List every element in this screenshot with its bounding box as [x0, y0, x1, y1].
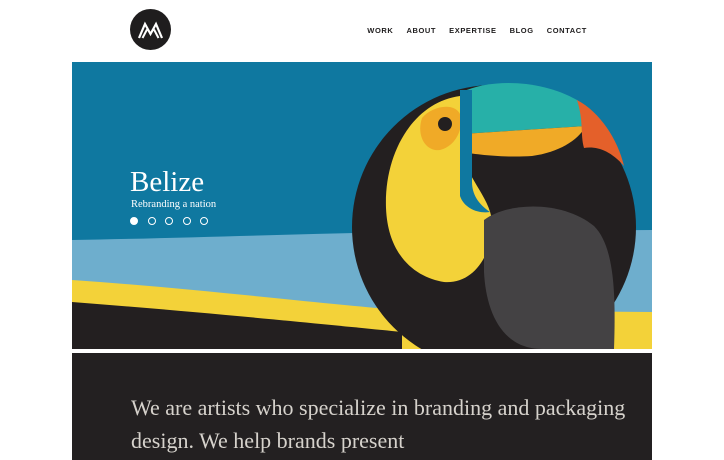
nav-expertise[interactable]: EXPERTISE — [449, 26, 497, 35]
hero-slider[interactable]: Belize Rebranding a nation — [72, 62, 652, 349]
site-header: WORK ABOUT EXPERTISE BLOG CONTACT — [0, 0, 724, 62]
nav-contact[interactable]: CONTACT — [547, 26, 587, 35]
slider-dot-1[interactable] — [130, 217, 138, 225]
hero-title: Belize — [130, 166, 205, 198]
mountain-logo-icon[interactable] — [130, 9, 171, 50]
slider-dot-2[interactable] — [147, 217, 156, 225]
slider-dot-5[interactable] — [200, 217, 208, 225]
main-nav: WORK ABOUT EXPERTISE BLOG CONTACT — [354, 26, 587, 35]
nav-work[interactable]: WORK — [367, 26, 393, 35]
nav-about[interactable]: ABOUT — [406, 26, 436, 35]
slider-dot-4[interactable] — [182, 217, 191, 225]
hero-subtitle: Rebranding a nation — [131, 199, 217, 210]
about-section: We are artists who specialize in brandin… — [72, 353, 652, 460]
slider-dots — [130, 217, 218, 225]
nav-blog[interactable]: BLOG — [510, 26, 534, 35]
slider-dot-3[interactable] — [165, 217, 173, 225]
about-text: We are artists who specialize in brandin… — [131, 395, 626, 453]
